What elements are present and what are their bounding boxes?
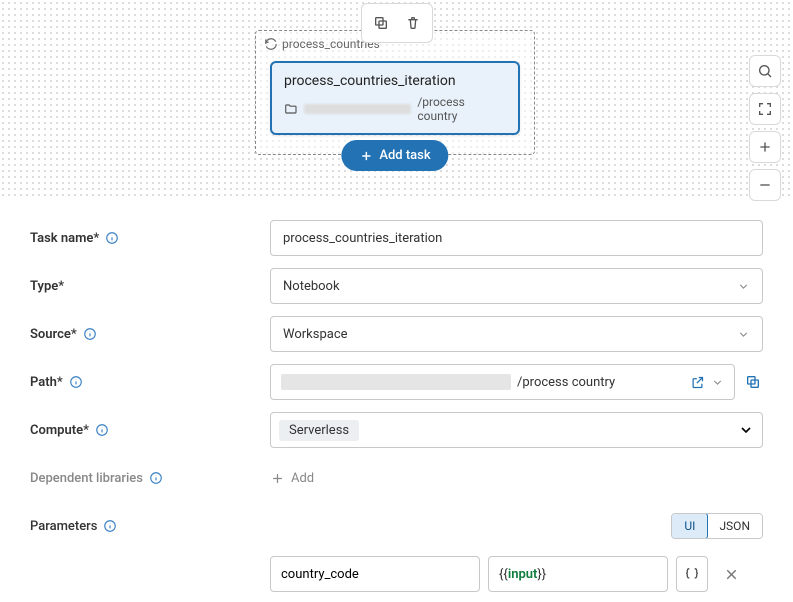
search-icon xyxy=(757,63,773,79)
plus-icon xyxy=(270,471,285,486)
plus-icon xyxy=(757,139,773,155)
add-task-label: Add task xyxy=(379,148,430,163)
task-form: Task name* Type* Notebook Source* Worksp… xyxy=(0,200,793,602)
parameter-row: {{input}} xyxy=(270,556,763,592)
path-label: Path* xyxy=(30,375,270,390)
open-external-icon[interactable] xyxy=(690,375,705,390)
fullscreen-icon xyxy=(757,101,773,117)
info-icon[interactable] xyxy=(105,231,119,245)
redacted-path xyxy=(304,104,412,114)
info-icon[interactable] xyxy=(103,519,117,533)
path-suffix: /process country xyxy=(517,375,615,390)
type-select[interactable]: Notebook xyxy=(270,268,763,304)
task-name-input[interactable] xyxy=(270,220,763,256)
type-value: Notebook xyxy=(283,279,340,294)
task-node-path-suffix: /process country xyxy=(417,95,506,123)
type-label: Type* xyxy=(30,279,270,294)
zoom-out-button[interactable] xyxy=(749,169,781,201)
braces-icon xyxy=(684,566,700,582)
parameters-label: Parameters xyxy=(30,519,270,534)
add-label: Add xyxy=(291,471,314,486)
close-icon xyxy=(723,566,740,583)
loop-container[interactable]: process_countries process_countries_iter… xyxy=(255,30,535,155)
toggle-ui[interactable]: UI xyxy=(671,513,708,539)
folder-icon xyxy=(284,102,298,116)
search-button[interactable] xyxy=(749,55,781,87)
chevron-down-icon[interactable] xyxy=(711,376,724,389)
node-toolbar xyxy=(361,3,433,43)
info-icon[interactable] xyxy=(83,327,97,341)
param-view-toggle: UI JSON xyxy=(671,513,763,539)
path-input[interactable]: /process country xyxy=(270,364,735,400)
chevron-down-icon xyxy=(738,422,754,438)
task-node-path: /process country xyxy=(284,95,506,123)
info-icon[interactable] xyxy=(69,375,83,389)
delete-button[interactable] xyxy=(398,8,428,38)
fullscreen-button[interactable] xyxy=(749,93,781,125)
param-value-input[interactable]: {{input}} xyxy=(488,556,668,592)
info-icon[interactable] xyxy=(95,423,109,437)
zoom-controls xyxy=(749,55,781,201)
add-task-button[interactable]: Add task xyxy=(341,140,448,171)
compute-select[interactable]: Serverless xyxy=(270,412,763,448)
zoom-in-button[interactable] xyxy=(749,131,781,163)
task-node-title: process_countries_iteration xyxy=(284,73,506,89)
minus-icon xyxy=(757,177,773,193)
loop-icon xyxy=(264,37,278,51)
dep-libs-label: Dependent libraries xyxy=(30,471,270,486)
compute-label: Compute* xyxy=(30,423,270,438)
copy-path-button[interactable] xyxy=(743,372,763,392)
compute-chip: Serverless xyxy=(279,420,359,441)
param-expression-button[interactable] xyxy=(676,556,708,592)
copy-button[interactable] xyxy=(366,8,396,38)
source-label: Source* xyxy=(30,327,270,342)
chevron-down-icon xyxy=(737,328,750,341)
toggle-json[interactable]: JSON xyxy=(707,514,762,538)
chevron-down-icon xyxy=(737,280,750,293)
task-name-label: Task name* xyxy=(30,231,270,246)
source-value: Workspace xyxy=(283,327,348,342)
source-select[interactable]: Workspace xyxy=(270,316,763,352)
graph-canvas[interactable]: process_countries process_countries_iter… xyxy=(0,0,793,200)
task-node[interactable]: process_countries_iteration /process cou… xyxy=(270,61,520,135)
plus-icon xyxy=(359,149,373,163)
redacted-path xyxy=(281,374,511,390)
add-library-button[interactable]: Add xyxy=(270,471,314,486)
param-delete-button[interactable] xyxy=(716,556,746,592)
info-icon[interactable] xyxy=(149,471,163,485)
param-key-input[interactable] xyxy=(270,556,480,592)
